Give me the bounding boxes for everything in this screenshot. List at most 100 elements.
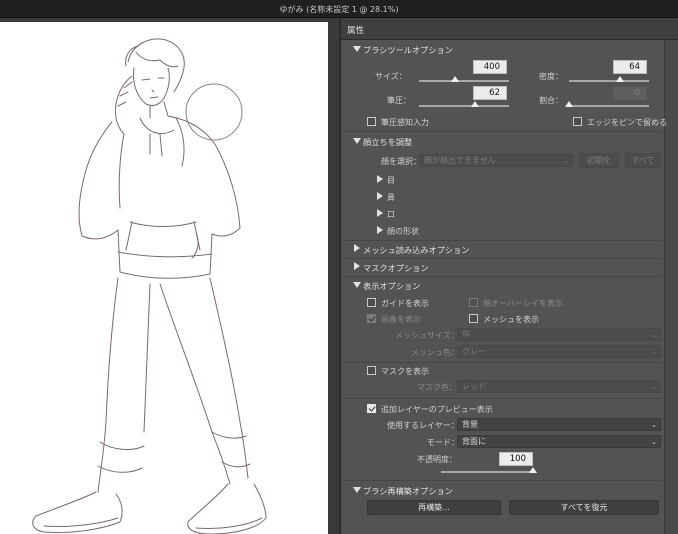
mode-label: モード： xyxy=(427,438,459,447)
expand-triangle-icon[interactable] xyxy=(354,262,360,270)
density-input[interactable]: 64 xyxy=(613,60,647,74)
rate-slider-track[interactable] xyxy=(569,105,649,107)
face-item-mouth[interactable]: 口 xyxy=(387,209,395,220)
opacity-slider-track[interactable] xyxy=(441,471,533,473)
mesh-color-label: メッシュ色： xyxy=(411,348,459,357)
use-layer-dropdown[interactable]: 背景 ⌄ xyxy=(457,418,661,431)
show-mesh-checkbox[interactable] xyxy=(469,314,478,323)
section-mesh-load[interactable]: メッシュ読み込みオプション xyxy=(363,244,469,256)
show-image-label: 画像を表示 xyxy=(381,315,421,324)
collapse-triangle-icon[interactable] xyxy=(353,487,361,493)
select-face-label: 顔を選択： xyxy=(381,157,421,166)
rate-slider-thumb[interactable] xyxy=(565,101,573,107)
show-mask-label: マスクを表示 xyxy=(381,367,429,376)
divider xyxy=(344,398,661,399)
density-label: 密度： xyxy=(539,72,563,81)
restore-all-button[interactable]: すべてを復元 xyxy=(509,500,659,515)
pen-pressure-checkbox[interactable] xyxy=(367,117,376,126)
backdrop-checkbox[interactable] xyxy=(367,404,376,413)
mesh-color-value: グレー xyxy=(462,347,486,356)
select-face-dropdown[interactable]: 顔が検出できません ⌄ xyxy=(419,154,573,167)
all-button[interactable]: すべて xyxy=(625,153,661,168)
density-slider-track[interactable] xyxy=(569,80,649,82)
use-layer-label: 使用するレイヤー： xyxy=(387,421,459,430)
mesh-size-label: メッシュサイズ： xyxy=(395,331,459,340)
face-overlay-label: 顔オーバーレイを表示 xyxy=(483,299,563,308)
reset-button[interactable]: 初期化 xyxy=(579,153,619,168)
show-mask-checkbox[interactable] xyxy=(367,366,376,375)
section-mask-options[interactable]: マスクオプション xyxy=(363,262,429,274)
face-item-eyes[interactable]: 目 xyxy=(387,175,395,186)
divider xyxy=(344,276,661,277)
show-guides-checkbox[interactable] xyxy=(367,298,376,307)
face-item-nose[interactable]: 鼻 xyxy=(387,192,395,203)
panel-title: 属性 xyxy=(347,26,365,36)
show-image-checkbox[interactable] xyxy=(367,314,376,323)
expand-triangle-icon[interactable] xyxy=(377,226,383,234)
pin-edges-label: エッジをピンで留める xyxy=(587,118,667,127)
pressure-slider-thumb[interactable] xyxy=(470,101,479,107)
chevron-down-icon: ⌄ xyxy=(651,331,657,339)
section-brush-reconstruct[interactable]: ブラシ再構築オプション xyxy=(363,485,453,497)
properties-panel: 属性 ブラシツールオプション サイズ： 400 密度： 64 筆圧： 62 割合… xyxy=(340,18,678,534)
divider xyxy=(344,131,661,132)
title-bar: ゆがみ (名称未設定 1 @ 28.1%) xyxy=(0,0,678,18)
collapse-triangle-icon[interactable] xyxy=(353,138,361,144)
chevron-down-icon: ⌄ xyxy=(563,157,569,165)
canvas-scrollbar[interactable] xyxy=(330,22,339,534)
pen-pressure-label: 筆圧感知入力 xyxy=(381,118,429,127)
collapse-triangle-icon[interactable] xyxy=(353,46,361,52)
select-face-value: 顔が検出できません xyxy=(424,156,496,165)
chevron-down-icon: ⌄ xyxy=(651,383,657,391)
liquify-canvas[interactable] xyxy=(0,22,328,534)
face-overlay-checkbox[interactable] xyxy=(469,298,478,307)
sketch-image xyxy=(32,38,267,534)
use-layer-value: 背景 xyxy=(462,420,478,429)
canvas-area xyxy=(0,18,339,534)
chevron-down-icon: ⌄ xyxy=(651,421,657,429)
size-slider-thumb[interactable] xyxy=(451,76,459,82)
pressure-label: 筆圧： xyxy=(387,96,411,105)
reconstruct-button[interactable]: 再構築... xyxy=(367,500,501,515)
mesh-color-dropdown[interactable]: グレー ⌄ xyxy=(457,345,661,358)
opacity-input[interactable]: 100 xyxy=(499,452,533,466)
collapse-triangle-icon[interactable] xyxy=(353,282,361,288)
face-item-shape[interactable]: 顔の形状 xyxy=(387,226,419,237)
show-guides-label: ガイドを表示 xyxy=(381,299,429,308)
pin-edges-checkbox[interactable] xyxy=(573,117,582,126)
mesh-size-dropdown[interactable]: 中 ⌄ xyxy=(457,328,661,341)
divider xyxy=(344,480,661,481)
expand-triangle-icon[interactable] xyxy=(377,175,383,183)
section-brush-options[interactable]: ブラシツールオプション xyxy=(363,44,453,56)
expand-triangle-icon[interactable] xyxy=(354,244,360,252)
expand-triangle-icon[interactable] xyxy=(377,192,383,200)
section-view-options[interactable]: 表示オプション xyxy=(363,280,420,292)
pressure-slider-track[interactable] xyxy=(419,105,509,107)
mask-color-value: レッド xyxy=(462,382,486,391)
opacity-slider-thumb[interactable] xyxy=(529,467,537,473)
divider xyxy=(344,258,661,259)
chevron-down-icon: ⌄ xyxy=(651,348,657,356)
rate-input[interactable]: 0 xyxy=(613,86,647,100)
mask-color-label: マスク色： xyxy=(417,383,457,392)
size-label: サイズ： xyxy=(375,72,407,81)
divider xyxy=(344,362,661,363)
panel-header: 属性 xyxy=(341,18,678,40)
size-input[interactable]: 400 xyxy=(473,60,507,74)
density-slider-thumb[interactable] xyxy=(616,76,625,82)
rate-label: 割合： xyxy=(539,96,563,105)
show-mesh-label: メッシュを表示 xyxy=(483,315,539,324)
mask-color-dropdown[interactable]: レッド ⌄ xyxy=(457,380,661,393)
mode-dropdown[interactable]: 背面に ⌄ xyxy=(457,435,661,448)
pressure-input[interactable]: 62 xyxy=(473,86,507,100)
panel-scrollbar[interactable] xyxy=(664,40,678,534)
chevron-down-icon: ⌄ xyxy=(651,438,657,446)
section-face-adjust[interactable]: 顔立ちを調整 xyxy=(363,136,412,148)
backdrop-label: 追加レイヤーのプレビュー表示 xyxy=(381,405,493,414)
opacity-label: 不透明度： xyxy=(417,455,457,464)
expand-triangle-icon[interactable] xyxy=(377,209,383,217)
window-title: ゆがみ (名称未設定 1 @ 28.1%) xyxy=(279,5,399,14)
size-slider-track[interactable] xyxy=(419,80,509,82)
divider xyxy=(344,240,661,241)
mesh-size-value: 中 xyxy=(462,330,470,339)
